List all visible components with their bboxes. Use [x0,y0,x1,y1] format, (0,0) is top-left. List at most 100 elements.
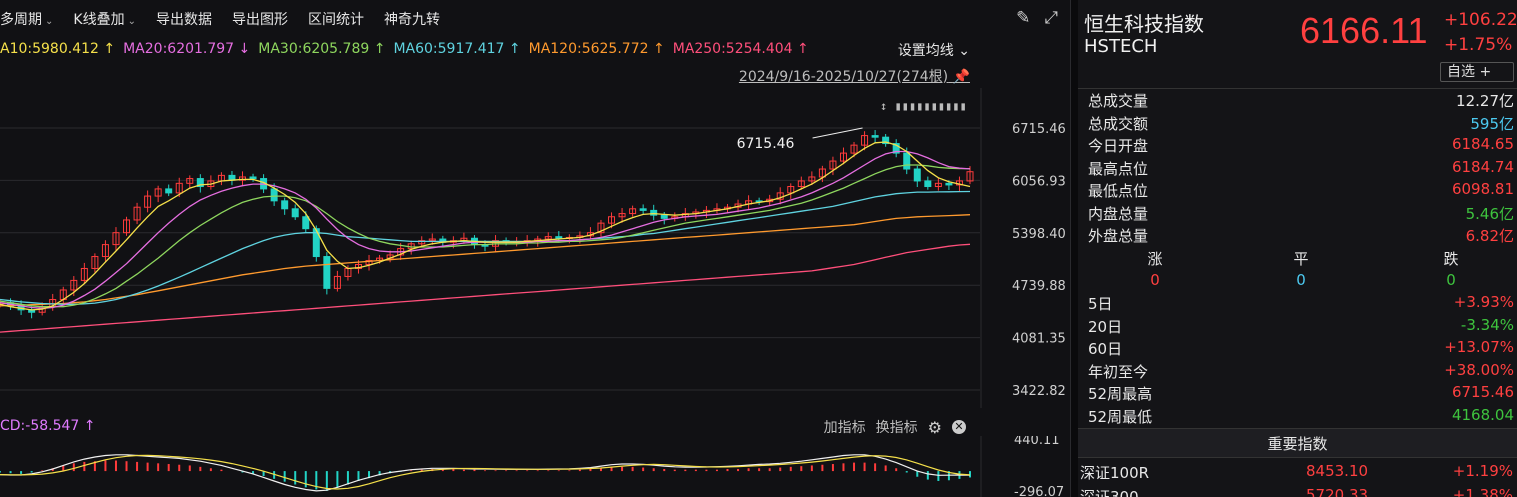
perf-label: 52周最高 [1088,385,1153,403]
perf-label: 52周最低 [1088,407,1153,426]
ma-legend-item: MA60:5917.417 ↑ [393,41,521,57]
ma-legend-item: A10:5980.412 ↑ [0,41,116,57]
ma-legend-item: MA250:5254.404 ↑ [672,41,809,57]
perf-value: +13.07% [1444,338,1514,356]
candle [555,236,563,239]
perf-row: 5日 +3.93% [1088,293,1514,315]
export-data-button[interactable]: 导出数据 [156,9,212,29]
magic-nine-button[interactable]: 神奇九转 [384,9,440,29]
ma-legend-item: MA120:5625.772 ↑ [528,41,665,57]
stat-value: 6098.81 [1451,180,1514,198]
multi-period-button[interactable]: 多周期 ⌄ [0,9,53,29]
perf-value: +38.00% [1444,360,1514,379]
y-tick-label: 6715.46 [1012,122,1066,137]
stat-row: 最高点位 6184.74 [1088,158,1514,180]
candle [903,152,911,170]
index-row-pct: +1.19% [1452,462,1513,480]
close-icon[interactable]: ✕ [952,420,966,434]
stat-value: 12.27亿 [1456,92,1514,110]
kline-chart[interactable]: 6715.46 6056.93 5398.40 4739.88 4081.35 3422.… [0,88,1068,408]
perf-row: 年初至今 +38.00% [1088,361,1514,383]
up-label: 涨 [1147,250,1163,268]
index-row-price: 5720.33 [1306,486,1369,497]
perf-row: 52周最低 4168.04 [1088,406,1514,428]
perf-value: 4168.04 [1451,405,1514,424]
chart-area: 多周期 ⌄ K线叠加 ⌄ 导出数据 导出图形 区间统计 神奇九转 ✎ ⤢ A10:5… [0,0,1070,497]
high-annotation-label: 6715.46 [737,136,795,152]
perf-row: 60日 +13.07% [1088,338,1514,360]
candle [639,208,647,211]
switch-indicator-button[interactable]: 换指标 [876,417,918,437]
index-row[interactable]: 深证100R 8453.10 +1.19% [1078,462,1517,484]
index-row-name: 深证300 [1080,488,1139,497]
stat-value: 6184.65 [1451,135,1514,153]
date-range-label: 2024/9/16-2025/10/27(274根) 📌 [738,69,970,85]
divider [1078,88,1517,89]
up-count: 0 [1150,271,1160,289]
stat-row: 内盘总量 5.46亿 [1088,203,1514,225]
perf-row: 52周最高 6715.46 [1088,383,1514,405]
macd-tick-label: -296.07 [1014,485,1064,497]
fullscreen-icon[interactable]: ⤢ [1044,8,1058,28]
perf-label: 5日 [1088,295,1113,313]
stat-row: 最低点位 6098.81 [1088,180,1514,202]
down-count: 0 [1446,271,1456,289]
candle [945,182,953,186]
ma-legend-item: MA20:6201.797 ↓ [123,41,251,57]
candle [871,135,879,138]
ma-legend: A10:5980.412 ↑ MA20:6201.797 ↓ MA30:6205.7… [0,38,817,60]
y-tick-label: 4081.35 [1012,332,1066,347]
add-indicator-button[interactable]: 加指标 [824,417,866,437]
index-change-pct: +1.75% [1444,35,1513,55]
y-tick-label: 3422.82 [1012,384,1066,399]
zoom-bar-icon[interactable]: ↕ ▮▮▮▮▮▮▮▮▮▮ [880,99,967,113]
index-row[interactable]: 深证300 5720.33 +1.38% [1078,486,1517,497]
candle [270,188,278,202]
candle [924,180,932,188]
macd-tick-label: 440.11 [1014,436,1060,448]
flat-label: 平 [1293,250,1309,268]
index-row-name: 深证100R [1080,464,1150,482]
macd-dea-line [0,454,971,490]
candle [913,168,921,182]
important-indices-header[interactable]: 重要指数 [1078,428,1517,458]
stat-label: 最低点位 [1088,182,1149,200]
range-stats-button[interactable]: 区间统计 [308,9,364,29]
macd-chart[interactable]: 440.11 -296.07 [0,436,1068,497]
chart-toolbar: 多周期 ⌄ K线叠加 ⌄ 导出数据 导出图形 区间统计 神奇九转 ✎ ⤢ [0,0,1070,38]
index-price: 6166.11 [1300,10,1428,51]
index-row-pct: +1.38% [1452,486,1513,497]
macd-tools: 加指标 换指标 ⚙ ✕ [824,417,966,437]
ma120-line [0,214,971,307]
quote-panel: 恒生科技指数 HSTECH 6166.11 +106.22 +1.75% 自选 … [1078,0,1517,497]
candle [281,200,289,210]
ma250-line [0,243,971,333]
index-name: 恒生科技指数 [1084,12,1204,36]
kline-overlay-button[interactable]: K线叠加 ⌄ [73,9,136,29]
export-chart-button[interactable]: 导出图形 [232,9,288,29]
high-annotation-arrow [812,127,863,139]
perf-label: 年初至今 [1088,362,1149,381]
add-watchlist-button[interactable]: 自选 + [1440,62,1514,82]
ma-legend-item: MA30:6205.789 ↑ [258,41,386,57]
candle [302,216,310,230]
brush-icon[interactable]: ✎ [1016,8,1030,28]
stat-row: 今日开盘 6184.65 [1088,135,1514,157]
candle [660,214,668,219]
stat-value: 5.46亿 [1465,204,1514,223]
stat-label: 总成交额 [1088,114,1149,133]
index-code: HSTECH [1084,36,1158,57]
perf-label: 20日 [1088,317,1123,336]
gear-icon[interactable]: ⚙ [928,418,942,437]
ma-settings-button[interactable]: 设置均线 ⌄ [898,40,970,60]
stat-label: 内盘总量 [1088,204,1149,223]
pin-icon[interactable]: 📌 [953,69,970,85]
stat-row: 总成交量 12.27亿 [1088,90,1514,112]
chevron-down-icon: ⌄ [45,16,54,27]
candle [249,176,257,180]
candle [291,208,299,218]
perf-row: 20日 -3.34% [1088,316,1514,338]
index-change: +106.22 [1444,10,1517,30]
panel-divider[interactable] [1070,0,1078,497]
y-tick-label: 5398.40 [1012,227,1066,242]
